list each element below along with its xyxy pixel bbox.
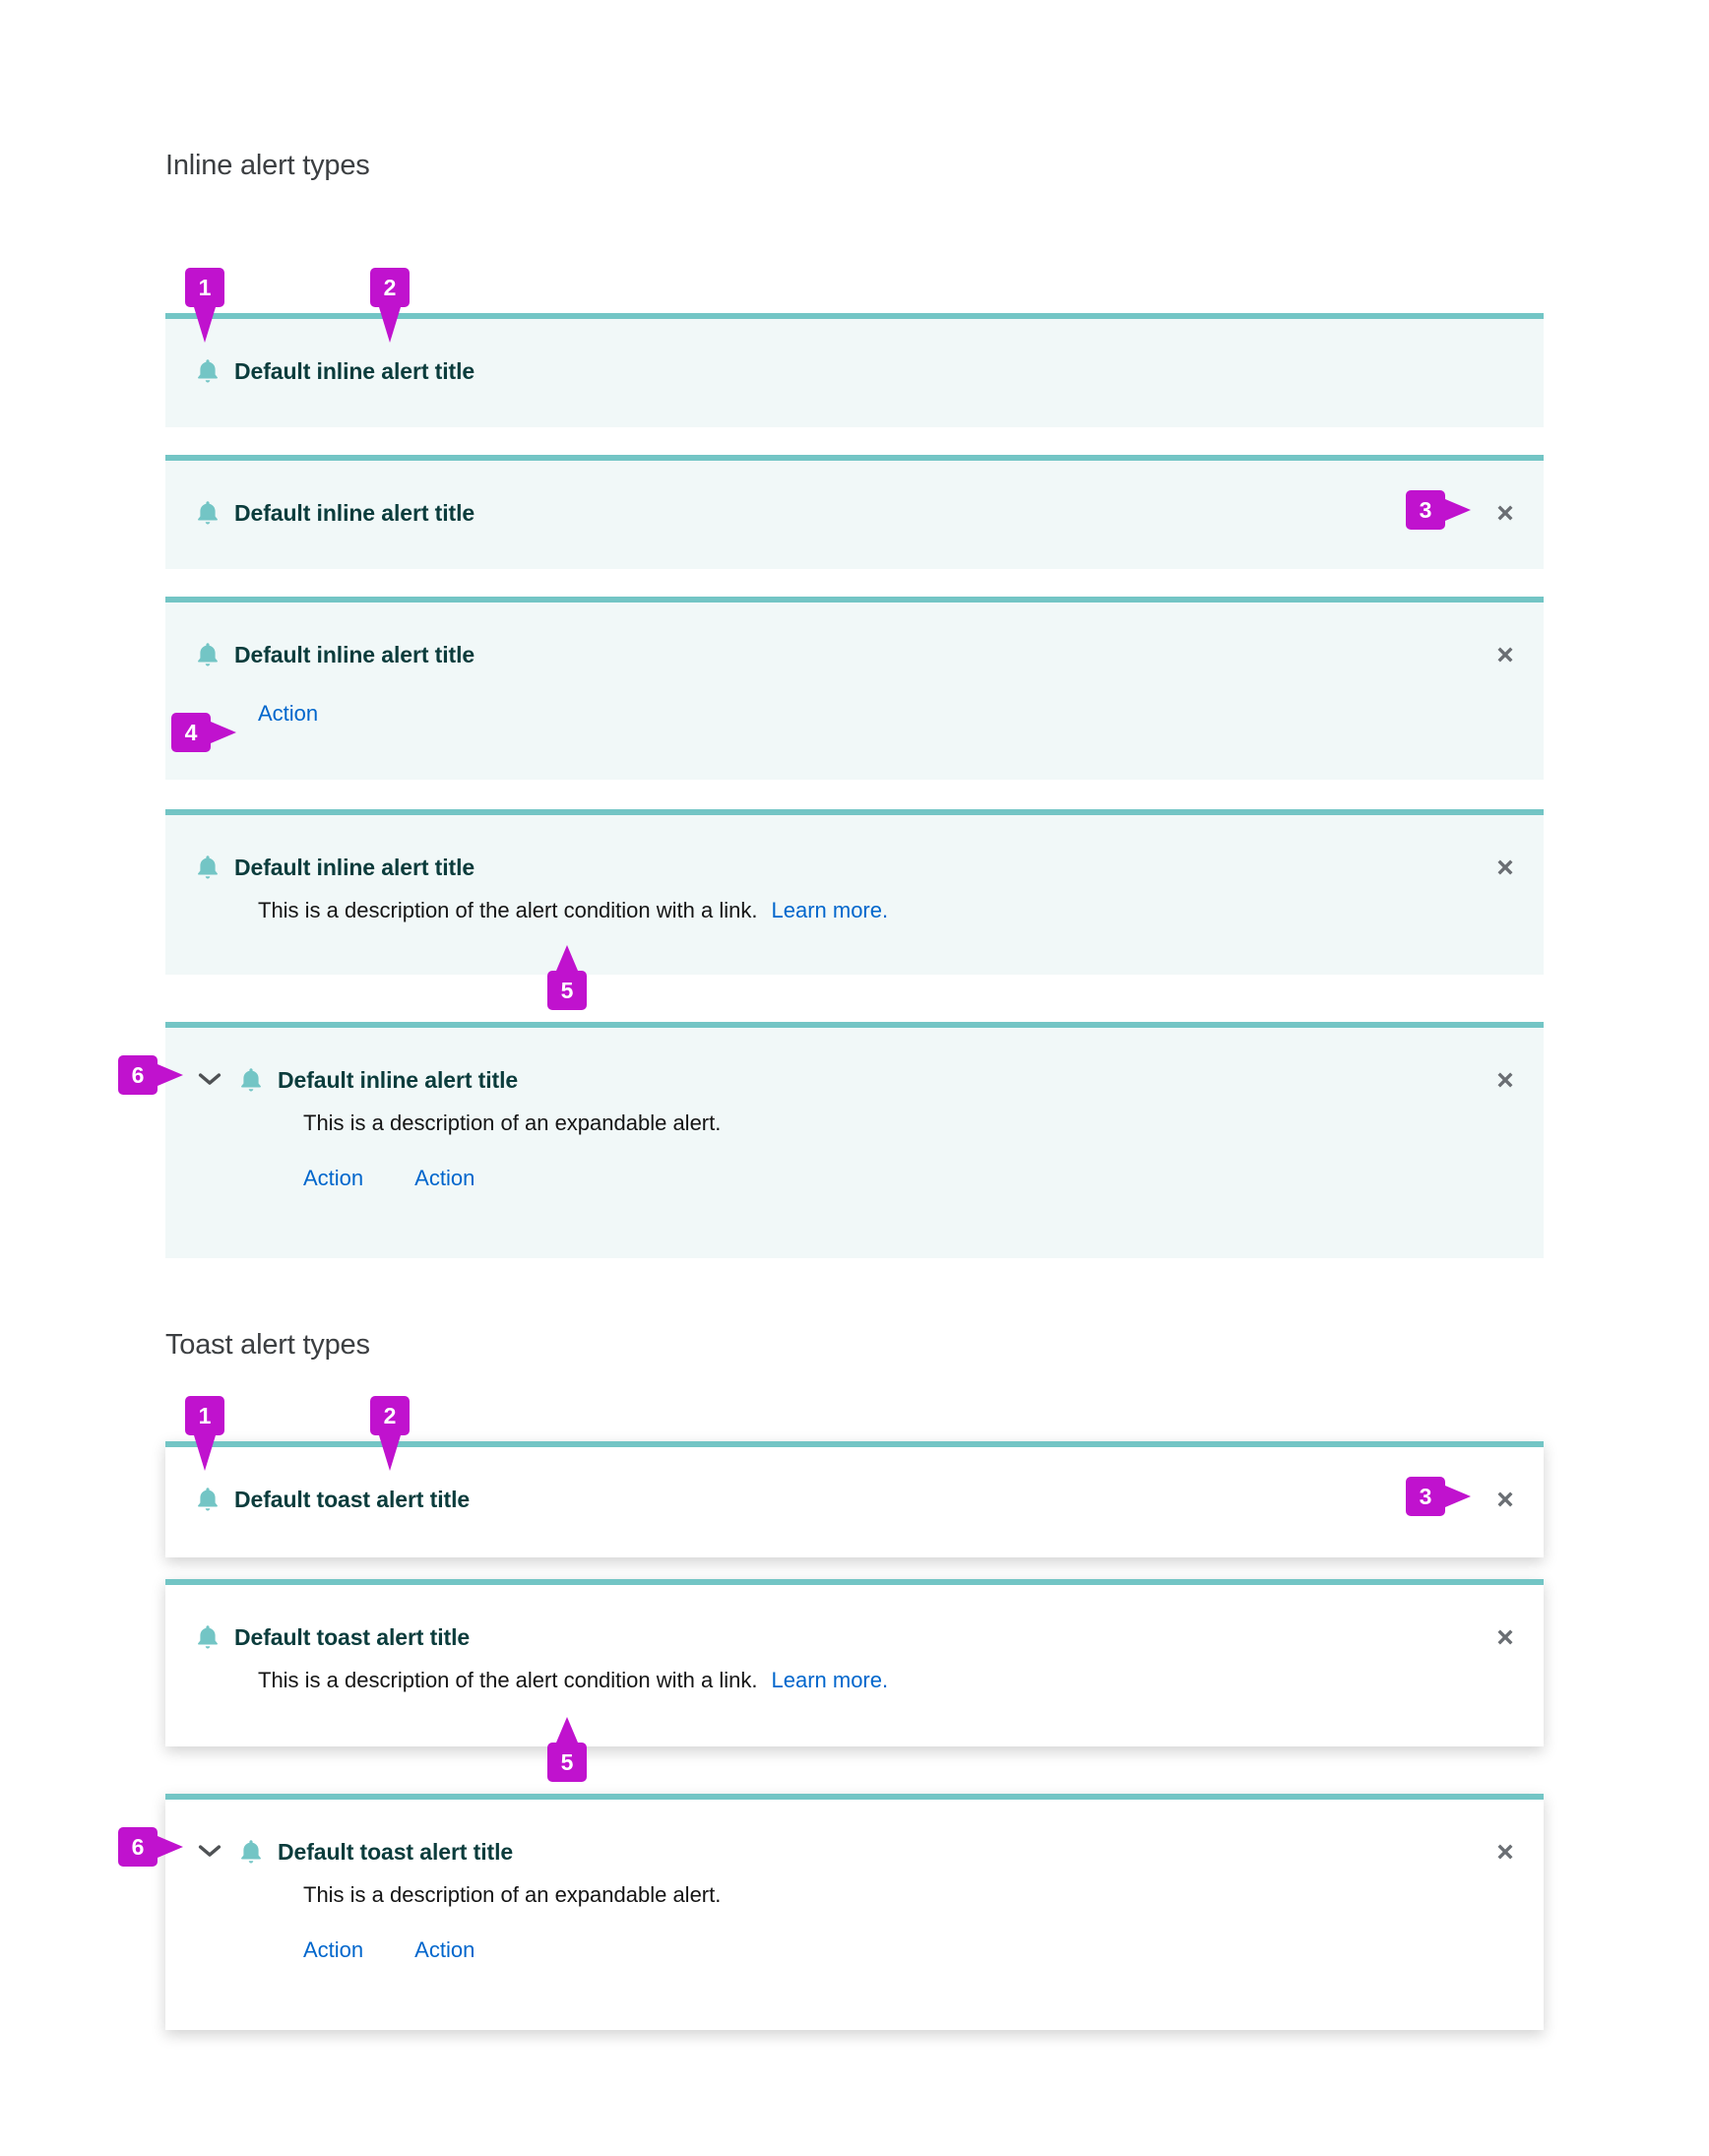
inline-section-heading: Inline alert types [165, 150, 370, 181]
bell-icon [195, 853, 221, 882]
toast-alert-header: Default toast alert title [165, 1800, 1544, 1867]
learn-more-link[interactable]: Learn more. [771, 898, 888, 922]
callout-badge-3-inline-label: 3 [1419, 496, 1432, 523]
callout-badge-5-toast: 5 [547, 1743, 587, 1782]
callout-badge-5-inline: 5 [547, 971, 587, 1010]
inline-alert-title-only: Default inline alert title [165, 313, 1544, 427]
callout-badge-6-inline-label: 6 [131, 1061, 145, 1088]
callout-badge-6-inline: 6 [118, 1055, 158, 1095]
inline-alert-description: This is a description of the alert condi… [165, 882, 1544, 925]
callout-badge-1-inline: 1 [185, 268, 224, 307]
bell-icon [195, 498, 221, 528]
callout-badge-4-inline: 4 [171, 713, 211, 752]
inline-alert-closable: Default inline alert title [165, 455, 1544, 569]
toast-alert-expandable: Default toast alert title This is a desc… [165, 1794, 1544, 2030]
close-icon[interactable] [1488, 851, 1522, 884]
toast-alert-header: Default toast alert title [165, 1585, 1544, 1652]
toast-alert-with-description: Default toast alert title This is a desc… [165, 1579, 1544, 1746]
toast-alert-description-text: This is a description of the alert condi… [258, 1668, 758, 1692]
inline-alert-description-text: This is a description of the alert condi… [258, 898, 758, 922]
inline-alert-description: This is a description of an expandable a… [165, 1095, 1544, 1138]
bell-icon [238, 1837, 264, 1867]
action-link[interactable]: Action [303, 1164, 363, 1193]
bell-icon [195, 1622, 221, 1652]
callout-badge-5-toast-label: 5 [560, 1748, 574, 1775]
inline-alert-title: Default inline alert title [278, 1067, 519, 1093]
inline-alert-with-description: Default inline alert title This is a des… [165, 809, 1544, 975]
callout-badge-2-toast: 2 [370, 1396, 410, 1435]
chevron-down-icon[interactable] [195, 1065, 224, 1095]
callout-badge-2-toast-label: 2 [383, 1402, 397, 1428]
inline-alert-title: Default inline alert title [234, 358, 475, 384]
inline-alert-header: Default inline alert title [165, 815, 1544, 882]
inline-alert-with-action: Default inline alert title Action [165, 597, 1544, 780]
callout-badge-2-inline: 2 [370, 268, 410, 307]
action-link[interactable]: Action [414, 1164, 475, 1193]
action-link[interactable]: Action [258, 699, 318, 729]
callout-badge-1-inline-label: 1 [198, 274, 212, 300]
callout-badge-3-toast: 3 [1406, 1477, 1445, 1516]
callout-badge-6-toast: 6 [118, 1827, 158, 1867]
close-icon[interactable] [1488, 1620, 1522, 1654]
bell-icon [195, 1485, 221, 1514]
inline-alert-header: Default inline alert title [165, 602, 1544, 669]
chevron-down-icon[interactable] [195, 1837, 224, 1867]
learn-more-link[interactable]: Learn more. [771, 1668, 888, 1692]
inline-alert-description-text: This is a description of an expandable a… [303, 1110, 722, 1135]
toast-alert-title: Default toast alert title [234, 1487, 471, 1512]
alert-specimen-page: Inline alert types 1 2 Default inline al… [0, 0, 1709, 2156]
inline-alert-title: Default inline alert title [234, 855, 475, 880]
inline-alert-actions: Action Action [165, 1138, 1544, 1193]
bell-icon [195, 640, 221, 669]
callout-badge-1-toast-label: 1 [198, 1402, 212, 1428]
toast-alert-title: Default toast alert title [278, 1839, 514, 1865]
callout-badge-5-inline-label: 5 [560, 977, 574, 1003]
inline-alert-header: Default inline alert title [165, 319, 1544, 386]
inline-alert-header: Default inline alert title [165, 461, 1544, 528]
toast-alert-actions: Action Action [165, 1910, 1544, 1965]
toast-alert-description: This is a description of an expandable a… [165, 1867, 1544, 1910]
inline-alert-actions: Action [165, 669, 1544, 729]
callout-badge-2-inline-label: 2 [383, 274, 397, 300]
action-link[interactable]: Action [303, 1935, 363, 1965]
toast-alert-description: This is a description of the alert condi… [165, 1652, 1544, 1695]
callout-badge-3-toast-label: 3 [1419, 1483, 1432, 1509]
close-icon[interactable] [1488, 638, 1522, 671]
inline-alert-header: Default inline alert title [165, 1028, 1544, 1095]
callout-badge-6-toast-label: 6 [131, 1833, 145, 1860]
toast-alert-closable: Default toast alert title [165, 1441, 1544, 1557]
toast-alert-description-text: This is a description of an expandable a… [303, 1882, 722, 1907]
callout-badge-4-inline-label: 4 [184, 719, 198, 745]
callout-badge-1-toast: 1 [185, 1396, 224, 1435]
inline-alert-title: Default inline alert title [234, 500, 475, 526]
callout-badge-3-inline: 3 [1406, 490, 1445, 530]
toast-alert-title: Default toast alert title [234, 1624, 471, 1650]
toast-section-heading: Toast alert types [165, 1329, 370, 1361]
close-icon[interactable] [1488, 1063, 1522, 1097]
inline-alert-expandable: Default inline alert title This is a des… [165, 1022, 1544, 1258]
bell-icon [238, 1065, 264, 1095]
bell-icon [195, 356, 221, 386]
inline-alert-title: Default inline alert title [234, 642, 475, 667]
close-icon[interactable] [1488, 1835, 1522, 1869]
action-link[interactable]: Action [414, 1935, 475, 1965]
close-icon[interactable] [1488, 496, 1522, 530]
close-icon[interactable] [1488, 1483, 1522, 1516]
toast-alert-header: Default toast alert title [165, 1447, 1544, 1514]
